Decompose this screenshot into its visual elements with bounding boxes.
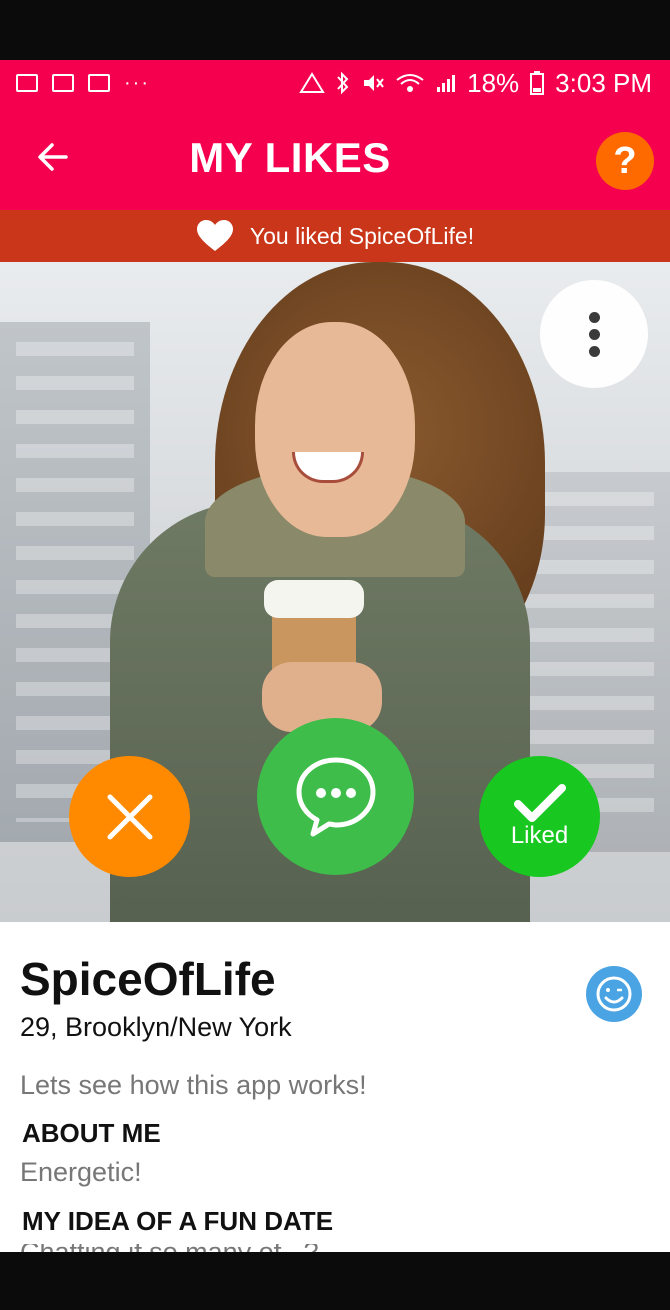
about-me-text: Energetic!	[20, 1157, 142, 1187]
battery-percent: 18%	[467, 67, 520, 98]
page-title: MY LIKES	[189, 134, 391, 181]
warning-icon	[299, 72, 325, 93]
smiley-button[interactable]	[586, 966, 642, 1022]
more-dot	[588, 311, 600, 323]
dislike-button[interactable]	[69, 756, 190, 877]
app-bar: MY LIKES ?	[0, 106, 670, 210]
fun-date-text: Chatting if so many of...?	[20, 1244, 319, 1252]
gallery-notification-icon	[16, 74, 38, 92]
wifi-icon	[396, 74, 424, 92]
close-icon	[107, 794, 152, 839]
banner-text: You liked SpiceOfLife!	[249, 222, 475, 249]
mute-icon	[364, 75, 384, 91]
device-bottom-bezel	[0, 1252, 670, 1310]
liked-label: Liked	[510, 821, 569, 849]
mail-notification-icon	[52, 74, 74, 92]
status-bar: ··· 18% 3:03 PM	[0, 60, 670, 106]
chat-button[interactable]	[257, 718, 414, 875]
more-dot	[588, 328, 600, 340]
help-button[interactable]: ?	[596, 132, 654, 190]
fun-date-heading: MY IDEA OF A FUN DATE	[22, 1206, 334, 1236]
battery-icon	[530, 71, 545, 95]
bluetooth-icon	[337, 71, 349, 95]
profile-name: SpiceOfLife	[20, 953, 276, 1005]
profile-headline: Lets see how this app works!	[20, 1070, 367, 1100]
more-notifications-icon: ···	[124, 71, 150, 94]
photo-cup-lid	[264, 580, 364, 618]
smiley-icon	[596, 976, 632, 1012]
about-me-heading: ABOUT ME	[22, 1118, 161, 1148]
liked-banner: You liked SpiceOfLife!	[0, 210, 670, 262]
device-top-bezel	[0, 0, 670, 60]
liked-button[interactable]: Liked	[479, 756, 600, 877]
heart-icon	[196, 220, 233, 251]
checkmark-icon	[513, 783, 566, 822]
chat-bubble-icon	[296, 757, 375, 836]
signal-icon	[437, 75, 456, 92]
flag-notification-icon	[88, 74, 110, 92]
more-options-button[interactable]	[540, 280, 648, 388]
profile-age-location: 29, Brooklyn/New York	[20, 1012, 292, 1042]
more-dot	[588, 345, 600, 357]
clock: 3:03 PM	[555, 67, 652, 98]
photo-face	[255, 322, 415, 537]
